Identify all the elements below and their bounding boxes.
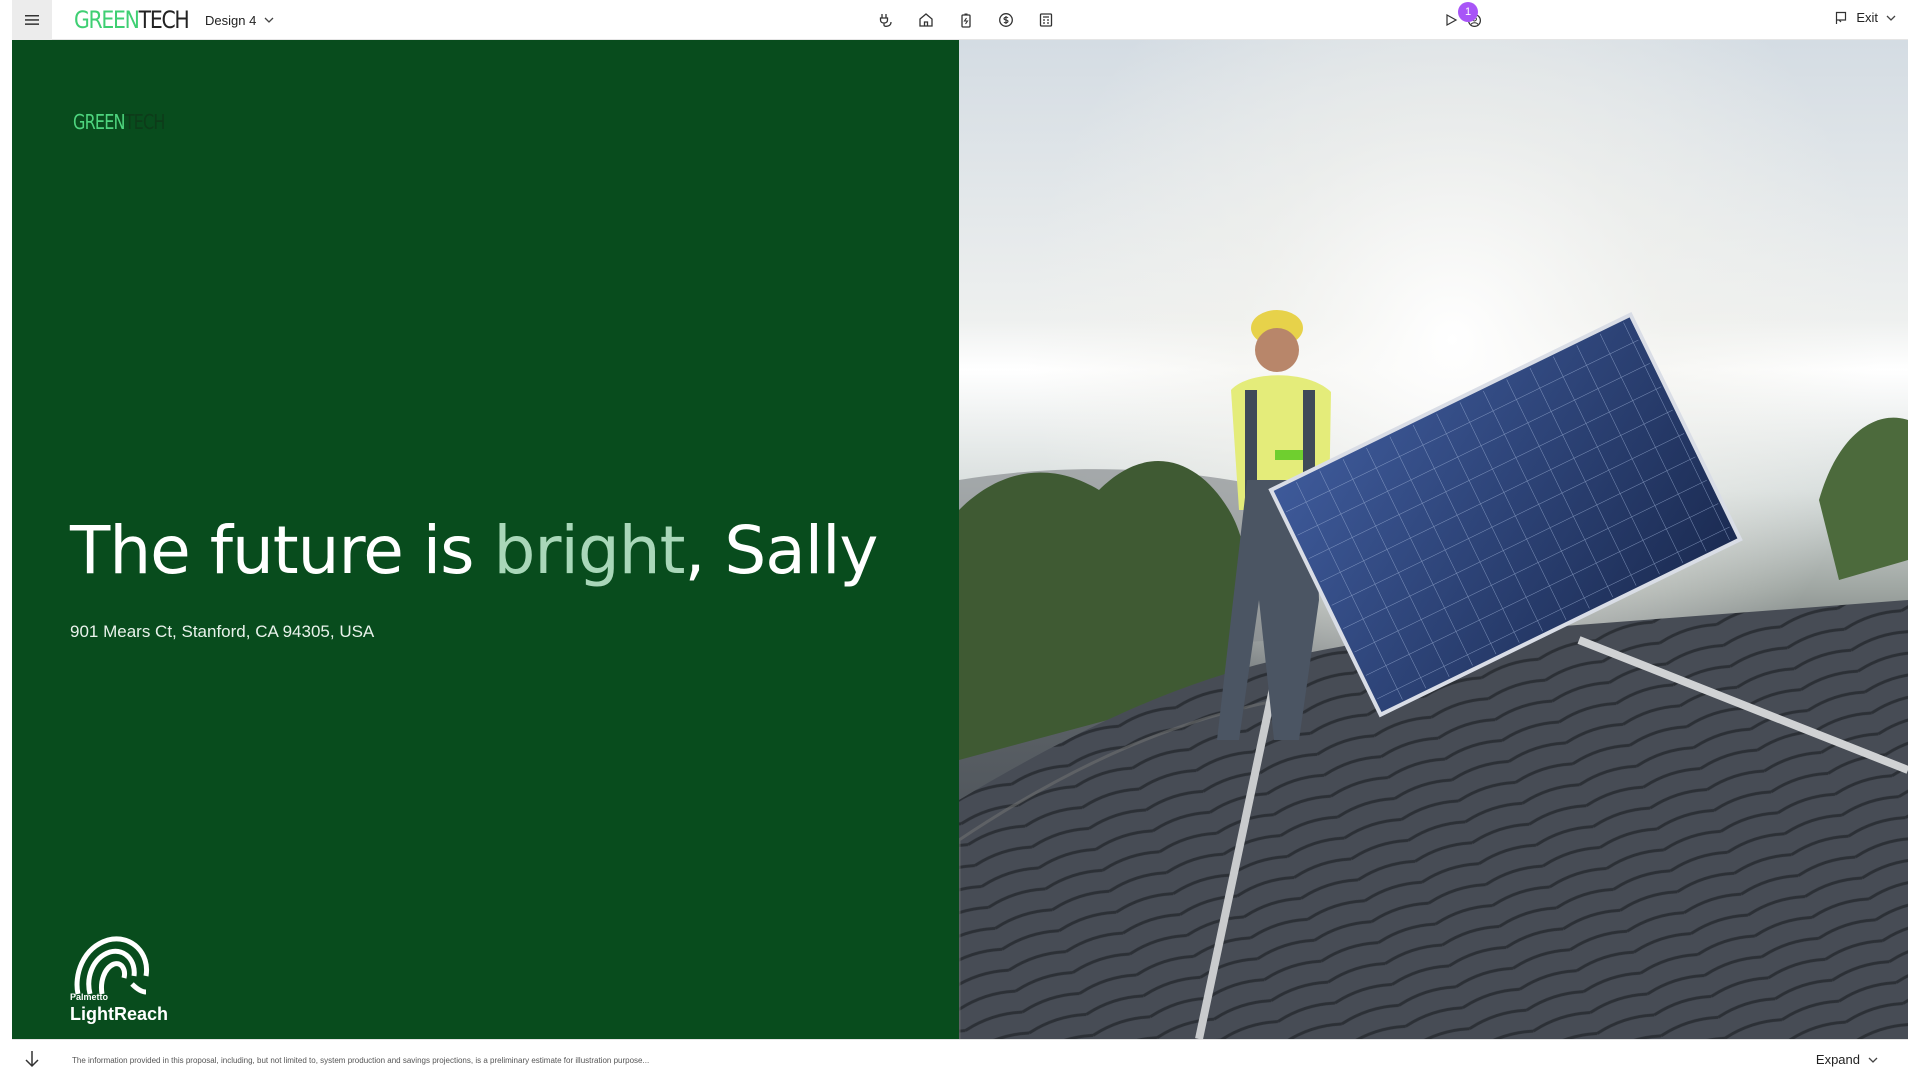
- partner-logo: Palmetto LightReach: [70, 932, 180, 1032]
- chevron-down-icon: [1886, 15, 1896, 21]
- partner-name-big: LightReach: [70, 1004, 169, 1024]
- nav-pricing-button[interactable]: [994, 8, 1018, 32]
- top-bar: GREEN TECH Design 4 1 Exit: [12, 0, 1908, 40]
- chevron-down-icon: [1868, 1057, 1878, 1063]
- hero-title: The future is bright, Sally: [70, 512, 878, 589]
- hero-logo-green: GREEN: [73, 110, 126, 134]
- hero-panel: GREENTECH The future is bright, Sally 90…: [12, 40, 959, 1039]
- battery-icon: [961, 13, 971, 28]
- play-icon: [1446, 13, 1458, 27]
- hero-title-highlight: bright: [493, 512, 685, 589]
- brand-logo-dark: TECH: [138, 6, 190, 34]
- arrow-down-icon: [25, 1051, 39, 1068]
- expand-button[interactable]: Expand: [1816, 1052, 1878, 1067]
- expand-label: Expand: [1815, 1052, 1860, 1067]
- hero-photo: [959, 40, 1908, 1039]
- dollar-icon: [999, 13, 1013, 27]
- menu-button[interactable]: [12, 0, 52, 40]
- nav-home-button[interactable]: [914, 8, 938, 32]
- footer-bar: The information provided in this proposa…: [12, 1039, 1908, 1080]
- design-select[interactable]: Design 4: [205, 10, 274, 30]
- hamburger-icon: [25, 15, 39, 25]
- section-nav: [874, 8, 1058, 32]
- hero-title-prefix: The future is: [70, 512, 494, 589]
- hero-address: 901 Mears Ct, Stanford, CA 94305, USA: [70, 622, 375, 641]
- hero-logo: GREENTECH: [73, 110, 165, 134]
- chevron-down-icon: [264, 17, 274, 23]
- home-icon: [919, 13, 933, 27]
- scroll-down-button[interactable]: [24, 1050, 40, 1073]
- notification-badge: 1: [1458, 2, 1478, 22]
- nav-battery-button[interactable]: [954, 8, 978, 32]
- nav-financing-button[interactable]: [1034, 8, 1058, 32]
- brand-logo-green: GREEN: [74, 6, 140, 34]
- exit-button[interactable]: Exit: [1834, 10, 1896, 25]
- calculator-icon: [1039, 13, 1053, 27]
- plug-icon: [879, 14, 892, 27]
- solar-installer-image: [959, 40, 1908, 1039]
- partner-name-small: Palmetto: [70, 992, 109, 1002]
- hero-logo-dark: TECH: [124, 110, 166, 134]
- disclaimer-text: The information provided in this proposa…: [72, 1056, 650, 1065]
- brand-logo[interactable]: GREEN TECH: [74, 6, 190, 34]
- design-select-label: Design 4: [205, 12, 257, 28]
- nav-energy-button[interactable]: [874, 8, 898, 32]
- exit-label: Exit: [1856, 10, 1878, 25]
- hero-title-suffix: , Sally: [684, 512, 878, 589]
- flag-icon: [1836, 11, 1847, 24]
